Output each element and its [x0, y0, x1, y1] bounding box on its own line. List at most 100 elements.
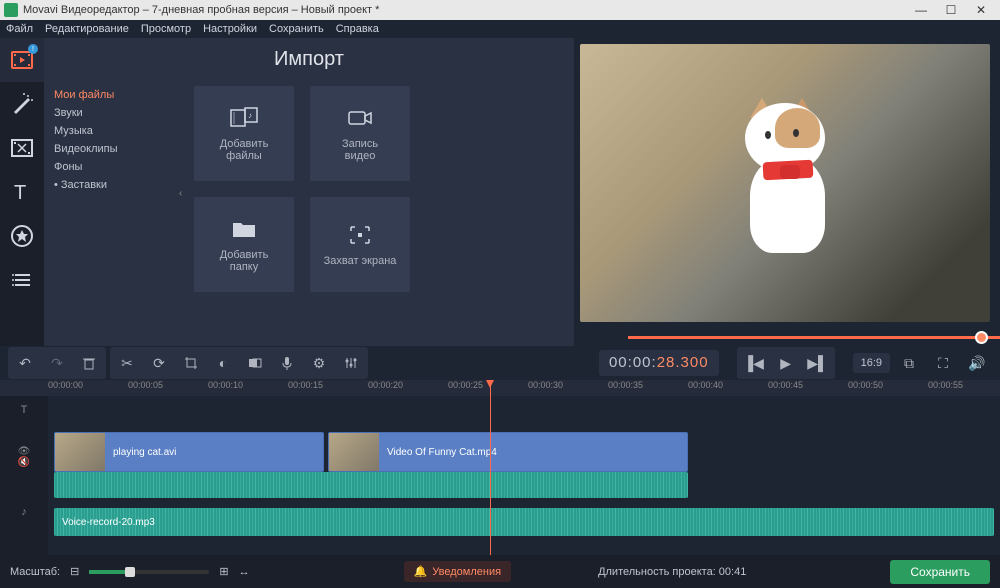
ruler-tick: 00:00:40 — [688, 380, 723, 390]
color-button[interactable]: ◐ — [208, 349, 238, 377]
cat-videoclips[interactable]: Видеоклипы — [54, 140, 174, 158]
video-track-header[interactable]: 👁🔇 — [0, 424, 48, 490]
ruler-tick: 00:00:15 — [288, 380, 323, 390]
menu-edit[interactable]: Редактирование — [45, 23, 129, 35]
redo-button[interactable]: ↷ — [42, 349, 72, 377]
zoom-slider[interactable] — [89, 570, 209, 574]
titles-tool[interactable]: T — [0, 170, 44, 214]
menu-view[interactable]: Просмотр — [141, 23, 191, 35]
fit-button[interactable]: ↔ — [239, 566, 250, 578]
cat-music[interactable]: Музыка — [54, 122, 174, 140]
ruler-tick: 00:00:00 — [48, 380, 83, 390]
record-video-tile[interactable]: Запись видео — [310, 86, 410, 181]
folder-icon — [229, 217, 259, 241]
menu-save[interactable]: Сохранить — [269, 23, 324, 35]
screen-capture-label: Захват экрана — [324, 255, 397, 267]
clip-name: playing cat.avi — [105, 447, 176, 458]
text-track-header[interactable]: T — [0, 396, 48, 424]
timecode-gray: 00:00: — [609, 354, 657, 371]
audio-clip-1[interactable]: Voice-record-20.mp3 — [54, 508, 994, 536]
files-icon: ♪ — [229, 106, 259, 130]
clip-thumbnail — [329, 433, 379, 471]
playhead[interactable] — [490, 380, 491, 555]
seek-thumb[interactable] — [975, 331, 988, 344]
mic-button[interactable] — [272, 349, 302, 377]
svg-text:T: T — [14, 182, 26, 204]
ruler-tick: 00:00:30 — [528, 380, 563, 390]
zoom-out-button[interactable]: ⊟ — [70, 565, 79, 578]
screen-capture-tile[interactable]: Захват экрана — [310, 197, 410, 292]
filters-tool[interactable] — [0, 82, 44, 126]
crop-button[interactable] — [176, 349, 206, 377]
import-tool[interactable]: ! — [0, 38, 44, 82]
menu-file[interactable]: Файл — [6, 23, 33, 35]
cat-myfiles[interactable]: Мои файлы — [54, 86, 174, 104]
fullscreen-button[interactable]: ⛶ — [928, 349, 958, 377]
more-tool[interactable] — [0, 258, 44, 302]
ruler-tick: 00:00:10 — [208, 380, 243, 390]
add-folder-tile[interactable]: Добавить папку — [194, 197, 294, 292]
notification-badge: ! — [28, 44, 38, 54]
video-track[interactable]: playing cat.avi Video Of Funny Cat.mp4 — [48, 432, 1000, 472]
add-files-tile[interactable]: ♪ Добавить файлы — [194, 86, 294, 181]
menu-settings[interactable]: Настройки — [203, 23, 257, 35]
prev-button[interactable]: ▐◀ — [739, 349, 769, 377]
overlap-icon — [247, 355, 263, 371]
volume-button[interactable]: 🔊 — [962, 349, 992, 377]
settings-button[interactable]: ⚙ — [304, 349, 334, 377]
transition-icon — [10, 136, 34, 160]
save-button[interactable]: Сохранить — [890, 560, 990, 584]
cat-intros[interactable]: • Заставки — [54, 176, 174, 194]
svg-text:♪: ♪ — [248, 111, 252, 120]
notifications-label: Уведомления — [432, 566, 501, 578]
camera-icon — [345, 106, 375, 130]
cut-button[interactable]: ✂ — [112, 349, 142, 377]
ruler-tick: 00:00:50 — [848, 380, 883, 390]
cat-sounds[interactable]: Звуки — [54, 104, 174, 122]
detach-button[interactable]: ⧉ — [894, 349, 924, 377]
delete-button[interactable] — [74, 349, 104, 377]
category-list: Мои файлы Звуки Музыка Видеоклипы Фоны •… — [54, 86, 174, 194]
next-button[interactable]: ▶▌ — [803, 349, 833, 377]
toolbar: ↶ ↷ ✂ ⟳ ◐ ⚙ 00:00:28.300 ▐◀ ▶ ▶▌ 16:9 ⧉ … — [0, 346, 1000, 380]
play-button[interactable]: ▶ — [771, 349, 801, 377]
properties-button[interactable] — [336, 349, 366, 377]
linked-audio-clip[interactable] — [54, 472, 688, 498]
audio-track-header[interactable]: ♪ — [0, 498, 48, 526]
video-audio-track[interactable] — [48, 472, 1000, 498]
video-preview[interactable] — [580, 44, 990, 322]
preview-seek-bar[interactable] — [580, 328, 990, 346]
rotate-button[interactable]: ⟳ — [144, 349, 174, 377]
undo-button[interactable]: ↶ — [10, 349, 40, 377]
notifications-button[interactable]: 🔔 Уведомления — [404, 561, 511, 582]
add-folder-label: Добавить папку — [220, 249, 269, 273]
time-ruler[interactable]: 00:00:00 00:00:05 00:00:10 00:00:15 00:0… — [0, 380, 1000, 396]
video-clip-1[interactable]: playing cat.avi — [54, 432, 324, 472]
record-video-label: Запись видео — [342, 138, 378, 162]
transition-button[interactable] — [240, 349, 270, 377]
mic-icon — [279, 355, 295, 371]
timecode-orange: 28.300 — [657, 354, 709, 371]
close-button[interactable]: ✕ — [966, 3, 996, 17]
maximize-button[interactable]: ☐ — [936, 3, 966, 17]
aspect-ratio-button[interactable]: 16:9 — [853, 353, 890, 373]
cat-backgrounds[interactable]: Фоны — [54, 158, 174, 176]
ruler-tick: 00:00:20 — [368, 380, 403, 390]
ruler-tick: 00:00:45 — [768, 380, 803, 390]
collapse-arrow-icon[interactable]: ‹ — [179, 188, 182, 199]
stickers-tool[interactable] — [0, 214, 44, 258]
menu-help[interactable]: Справка — [336, 23, 379, 35]
ruler-tick: 00:00:05 — [128, 380, 163, 390]
minimize-button[interactable]: — — [906, 3, 936, 17]
crop-icon — [183, 355, 199, 371]
preview-content — [725, 103, 845, 263]
left-tool-panel: ! T — [0, 38, 44, 346]
video-clip-2[interactable]: Video Of Funny Cat.mp4 — [328, 432, 688, 472]
title-bar: Movavi Видеоредактор – 7-дневная пробная… — [0, 0, 1000, 20]
zoom-in-button[interactable]: ⊞ — [219, 565, 228, 578]
project-duration: Длительность проекта: 00:41 — [598, 566, 746, 578]
transitions-tool[interactable] — [0, 126, 44, 170]
scale-label: Масштаб: — [10, 566, 60, 578]
audio-track[interactable]: Voice-record-20.mp3 — [48, 508, 1000, 536]
window-title: Movavi Видеоредактор – 7-дневная пробная… — [23, 4, 906, 16]
